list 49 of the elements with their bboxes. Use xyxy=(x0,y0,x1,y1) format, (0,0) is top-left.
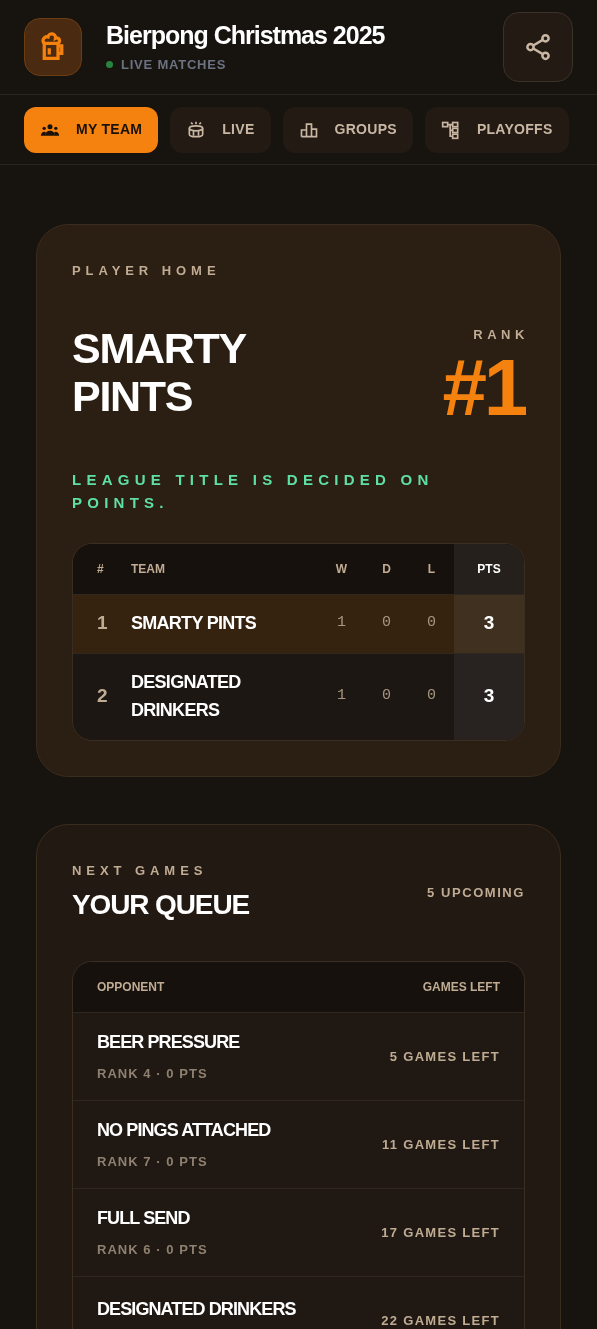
opponent-meta: RANK 4 · 0 PTS xyxy=(97,1065,209,1084)
column-header: TEAM xyxy=(131,560,166,578)
league-note: LEAGUE TITLE IS DECIDED ON POINTS. xyxy=(72,470,435,514)
table-cell-text: 1 xyxy=(96,611,109,636)
column-header: PTS xyxy=(454,543,524,594)
share-icon xyxy=(523,32,553,62)
column-header: W xyxy=(334,560,349,578)
table-cell-text: 0 xyxy=(381,613,392,634)
table-cell-text: 2 xyxy=(96,684,109,709)
table-cell-text: 1 xyxy=(336,686,347,707)
games-left: 11 GAMES LEFT xyxy=(381,1135,500,1154)
bracket-icon xyxy=(440,119,461,140)
app-title: Bierpong Christmas 2025 xyxy=(106,19,386,51)
nav-tab[interactable]: LIVE xyxy=(170,106,271,153)
section-eyebrow: PLAYER HOME xyxy=(72,262,222,280)
nav-tab[interactable]: PLAYOFFS xyxy=(424,106,569,153)
share-button[interactable] xyxy=(503,12,573,82)
table-cell-text: DESIGNATED DRINKERS xyxy=(131,670,242,722)
stadium-icon xyxy=(186,119,207,140)
rank-value: #1 xyxy=(442,348,525,428)
column-header: # xyxy=(96,560,105,578)
column-header: D xyxy=(381,560,392,578)
games-left: 5 GAMES LEFT xyxy=(389,1047,500,1066)
opponent-name: DESIGNATED DRINKERS xyxy=(97,1297,296,1321)
opponent-meta: RANK 7 · 0 PTS xyxy=(97,1153,209,1172)
table-cell: 3 xyxy=(454,594,524,653)
column-header: OPPONENT xyxy=(97,979,165,996)
opponent-name: NO PINGS ATTACHED xyxy=(97,1119,271,1143)
opponent-meta: RANK 6 · 0 PTS xyxy=(97,1241,208,1260)
table-cell-text: 0 xyxy=(426,613,437,634)
table-cell-text: 1 xyxy=(336,613,347,634)
column-header: L xyxy=(426,560,437,578)
rank-label: RANK xyxy=(473,325,529,344)
section-eyebrow: NEXT GAMES xyxy=(72,861,209,880)
opponent-name: FULL SEND xyxy=(97,1207,191,1231)
opponent-name: BEER PRESSURE xyxy=(97,1031,240,1055)
nav-tab[interactable]: GROUPS xyxy=(282,106,413,153)
nav-tab[interactable]: MY TEAM xyxy=(24,106,159,153)
table-cell-text: SMARTY PINTS xyxy=(131,611,258,635)
upcoming-count: 5 UPCOMING xyxy=(427,883,525,902)
status-label: LIVE MATCHES xyxy=(121,55,227,74)
section-title: YOUR QUEUE xyxy=(72,888,250,922)
team-name: SMARTY PINTS xyxy=(72,325,247,420)
table-cell-text: 0 xyxy=(426,686,437,707)
games-left: 22 GAMES LEFT xyxy=(381,1311,500,1329)
column-header: GAMES LEFT xyxy=(422,979,500,996)
table-cell: 3 xyxy=(454,653,524,740)
games-left: 17 GAMES LEFT xyxy=(381,1223,500,1242)
table-cell-text: 0 xyxy=(381,686,392,707)
